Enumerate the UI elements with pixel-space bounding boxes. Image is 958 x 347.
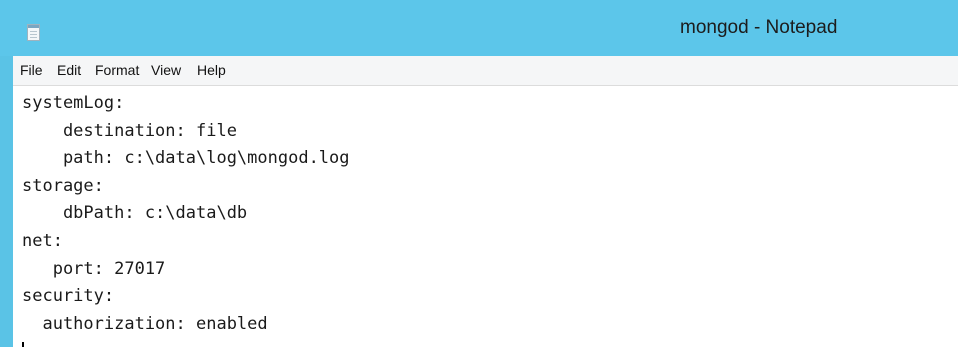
editor-line[interactable]: systemLog: <box>22 93 124 113</box>
editor-line[interactable]: storage: <box>22 176 104 196</box>
editor-line[interactable]: net: <box>22 231 63 251</box>
menu-bar: File Edit Format View Help <box>13 56 958 86</box>
editor-line[interactable]: security: <box>22 286 114 306</box>
editor-line[interactable]: dbPath: c:\data\db <box>22 203 247 223</box>
menu-view[interactable]: View <box>151 62 181 78</box>
text-caret <box>22 342 24 347</box>
title-bar[interactable]: mongod - Notepad <box>0 0 958 56</box>
editor-line[interactable]: path: c:\data\log\mongod.log <box>22 148 350 168</box>
notepad-icon[interactable] <box>27 24 40 41</box>
menu-help[interactable]: Help <box>197 62 226 78</box>
editor-content[interactable]: systemLog: destination: file path: c:\da… <box>22 90 350 338</box>
menu-format[interactable]: Format <box>95 62 139 78</box>
editor-line[interactable]: destination: file <box>22 121 237 141</box>
editor-line[interactable]: port: 27017 <box>22 259 166 279</box>
menu-edit[interactable]: Edit <box>57 62 81 78</box>
notepad-window: mongod - Notepad File Edit Format View H… <box>0 0 958 347</box>
editor-line[interactable]: authorization: enabled <box>22 314 267 334</box>
text-editor[interactable]: systemLog: destination: file path: c:\da… <box>13 86 958 347</box>
window-title: mongod - Notepad <box>680 17 838 38</box>
menu-file[interactable]: File <box>20 62 43 78</box>
